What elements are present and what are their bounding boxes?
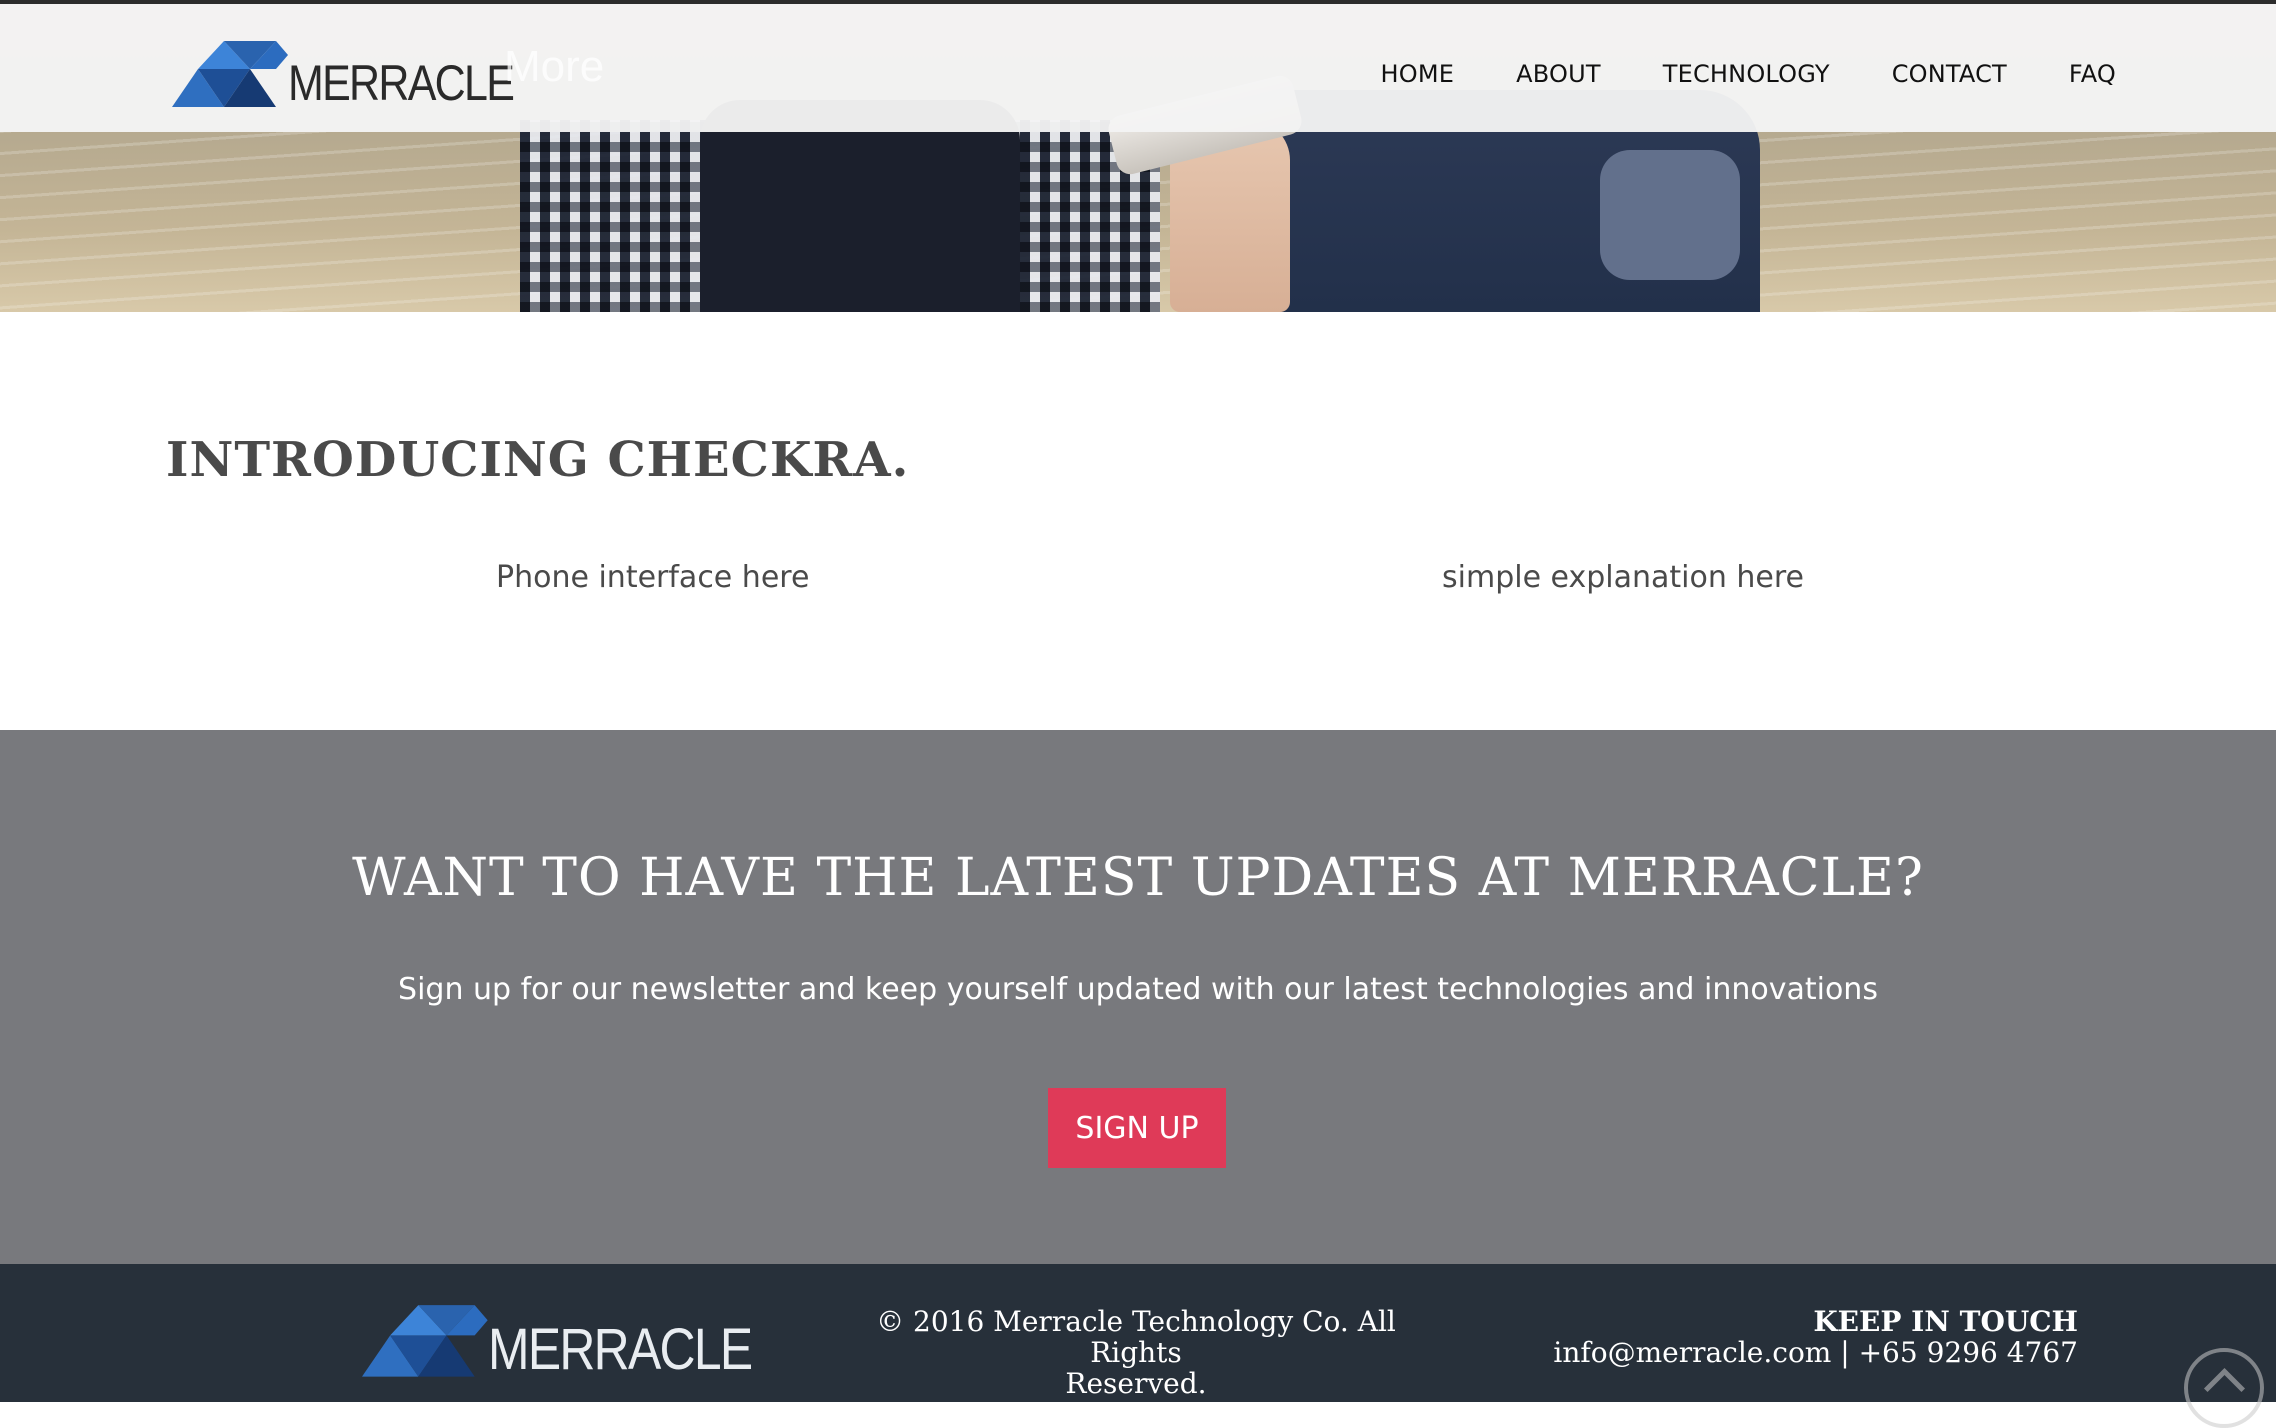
keep-in-touch-title: KEEP IN TOUCH <box>1813 1305 2078 1338</box>
nav-technology[interactable]: TECHNOLOGY <box>1663 60 1830 88</box>
nav-home[interactable]: HOME <box>1381 60 1455 88</box>
newsletter-title: WANT TO HAVE THE LATEST UPDATES AT MERRA… <box>352 848 1924 908</box>
nav-faq[interactable]: FAQ <box>2069 60 2116 88</box>
copyright-line-2: Reserved. <box>1065 1367 1207 1400</box>
site-header: MERRACLE More HOME ABOUT TECHNOLOGY CONT… <box>0 0 2276 132</box>
newsletter-section: WANT TO HAVE THE LATEST UPDATES AT MERRA… <box>0 730 2276 1264</box>
contact-info[interactable]: info@merracle.com | +65 9296 4767 <box>1553 1337 2078 1368</box>
main-nav: HOME ABOUT TECHNOLOGY CONTACT FAQ <box>1319 60 2116 88</box>
site-logo[interactable]: MERRACLE <box>172 40 550 112</box>
footer-logo[interactable]: MERRACLE <box>362 1302 794 1383</box>
copyright-line-1: © 2016 Merracle Technology Co. All Right… <box>876 1305 1396 1369</box>
site-footer: MERRACLE © 2016 Merracle Technology Co. … <box>0 1264 2276 1402</box>
ghost-overlay-text: More <box>504 42 605 91</box>
triangles-logo-icon <box>172 41 288 107</box>
copyright: © 2016 Merracle Technology Co. All Right… <box>846 1306 1426 1399</box>
sign-up-button[interactable]: SIGN UP <box>1048 1088 1226 1168</box>
explanation-placeholder: simple explanation here <box>1442 560 1805 595</box>
nav-contact[interactable]: CONTACT <box>1892 60 2007 88</box>
hero-sleeve <box>1600 150 1740 280</box>
keep-in-touch: KEEP IN TOUCH info@merracle.com | +65 92… <box>1553 1306 2078 1368</box>
chevron-up-circle-icon[interactable] <box>2184 1348 2264 1428</box>
logo-text: MERRACLE <box>288 55 515 111</box>
newsletter-subtitle: Sign up for our newsletter and keep your… <box>398 972 1878 1007</box>
nav-about[interactable]: ABOUT <box>1516 60 1601 88</box>
phone-interface-placeholder: Phone interface here <box>496 560 810 595</box>
triangles-logo-icon <box>362 1304 488 1377</box>
intro-title: INTRODUCING CHECKRA. <box>166 432 910 488</box>
footer-logo-text: MERRACLE <box>488 1317 753 1382</box>
